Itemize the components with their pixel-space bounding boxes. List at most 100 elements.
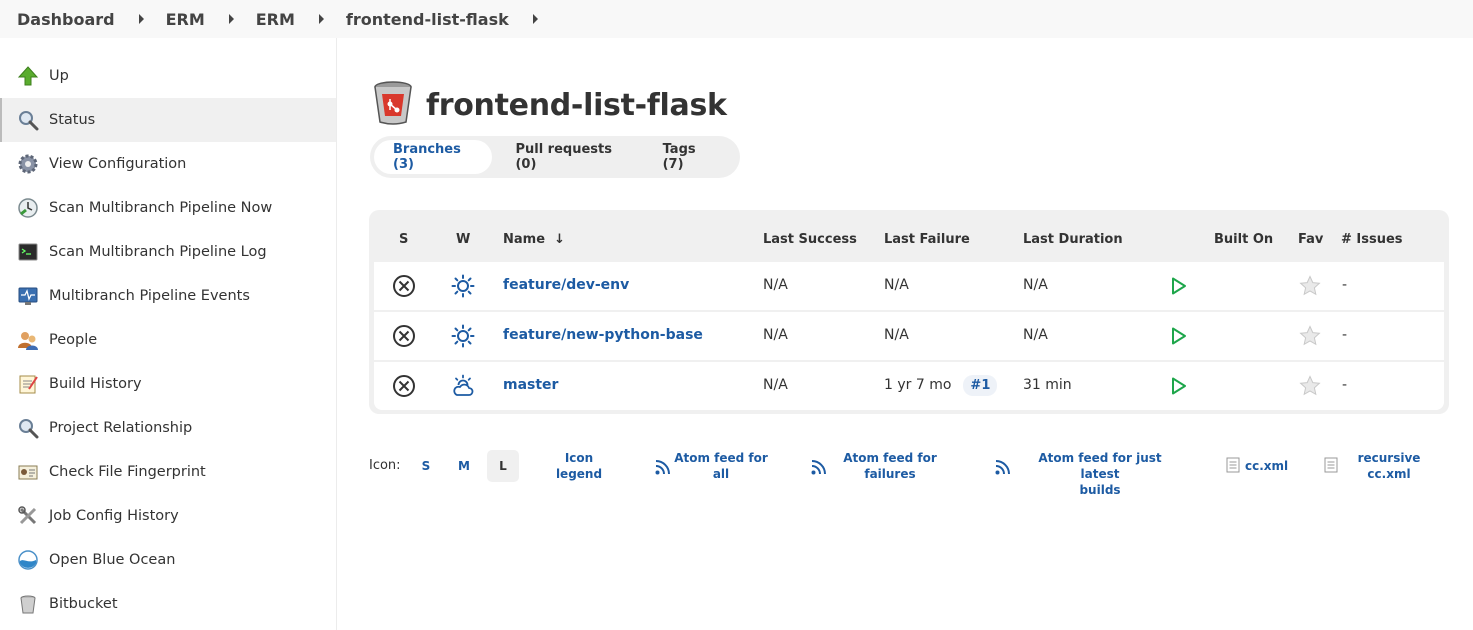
link-line: recursive	[1357, 451, 1421, 465]
tab-pull-requests[interactable]: Pull requests (0)	[496, 140, 639, 174]
header-last-success[interactable]: Last Success	[763, 232, 857, 247]
atom-feed-all-link[interactable]: Atom feed for all	[671, 450, 771, 482]
issues-count: -	[1342, 277, 1348, 293]
sidebar-item-pipeline-events[interactable]: Multibranch Pipeline Events	[0, 274, 336, 318]
link-line: failures	[864, 467, 916, 481]
cc-xml-link[interactable]: cc.xml	[1245, 458, 1288, 474]
play-icon[interactable]	[1166, 374, 1190, 402]
breadcrumb-project[interactable]: frontend-list-flask	[346, 10, 509, 29]
link-line: builds	[1079, 483, 1121, 497]
star-icon[interactable]	[1298, 324, 1322, 352]
sidebar-item-label: Status	[49, 112, 96, 128]
sidebar-item-bitbucket[interactable]: Bitbucket	[0, 582, 336, 626]
bitbucket-repo-icon	[372, 80, 414, 130]
table-footer: Icon: S M L Icon legend Atom feed for al…	[369, 448, 1449, 497]
magnifier-icon	[17, 417, 39, 439]
table-row: master N/A 1 yr 7 mo #1 31 min -	[374, 362, 1444, 410]
header-status[interactable]: S	[399, 232, 408, 247]
atom-feed-latest-link[interactable]: Atom feed for just latest builds	[1021, 450, 1179, 498]
chevron-right-icon[interactable]	[532, 14, 538, 24]
rss-icon[interactable]	[810, 458, 828, 480]
header-last-duration[interactable]: Last Duration	[1023, 232, 1123, 247]
table-header: S W Name ↓ Last Success Last Failure Las…	[374, 214, 1444, 262]
build-number-badge[interactable]: #1	[963, 375, 998, 396]
last-failure: N/A	[884, 327, 909, 343]
sidebar-item-label: Project Relationship	[49, 420, 193, 436]
tab-tags[interactable]: Tags (7)	[644, 140, 732, 174]
link-line: Icon	[564, 451, 594, 465]
sidebar-item-label: Job Config History	[49, 508, 179, 524]
sidebar-item-people[interactable]: People	[0, 318, 336, 362]
icon-size-label: Icon:	[369, 458, 401, 473]
last-success: N/A	[763, 377, 788, 393]
branch-link[interactable]: feature/dev-env	[503, 277, 629, 293]
document-icon[interactable]	[1324, 457, 1338, 477]
sidebar-item-label: View Configuration	[49, 156, 187, 172]
sunny-icon[interactable]	[451, 274, 475, 302]
sidebar-item-view-configuration[interactable]: View Configuration	[0, 142, 336, 186]
icon-legend-link[interactable]: Icon legend	[549, 450, 609, 482]
chevron-right-icon[interactable]	[138, 14, 144, 24]
header-last-failure[interactable]: Last Failure	[884, 232, 970, 247]
sidebar-item-label: People	[49, 332, 98, 348]
header-built-on[interactable]: Built On	[1214, 232, 1273, 247]
header-fav[interactable]: Fav	[1298, 232, 1323, 247]
recursive-cc-xml-link[interactable]: recursive cc.xml	[1354, 450, 1424, 482]
sidebar-item-blue-ocean[interactable]: Open Blue Ocean	[0, 538, 336, 582]
bucket-icon	[17, 593, 39, 615]
star-icon[interactable]	[1298, 274, 1322, 302]
icon-size-m-button[interactable]: M	[448, 450, 480, 482]
sidebar-item-label: Scan Multibranch Pipeline Now	[49, 200, 273, 216]
sidebar-item-label: Check File Fingerprint	[49, 464, 206, 480]
last-success: N/A	[763, 327, 788, 343]
notepad-icon	[17, 373, 39, 395]
breadcrumb-erm-1[interactable]: ERM	[166, 10, 205, 29]
breadcrumb-erm-2[interactable]: ERM	[256, 10, 295, 29]
rss-icon[interactable]	[654, 458, 672, 480]
sidebar-item-project-relationship[interactable]: Project Relationship	[0, 406, 336, 450]
icon-size-s-button[interactable]: S	[410, 450, 442, 482]
sidebar-item-build-history[interactable]: Build History	[0, 362, 336, 406]
last-duration: N/A	[1023, 327, 1048, 343]
sidebar-item-label: Up	[49, 68, 69, 84]
star-icon[interactable]	[1298, 374, 1322, 402]
last-failure: N/A	[884, 277, 909, 293]
breadcrumb-dashboard[interactable]: Dashboard	[17, 10, 115, 29]
document-icon[interactable]	[1226, 457, 1240, 477]
chevron-right-icon[interactable]	[318, 14, 324, 24]
last-duration: 31 min	[1023, 377, 1072, 393]
sidebar-item-scan-now[interactable]: Scan Multibranch Pipeline Now	[0, 186, 336, 230]
breadcrumb: Dashboard ERM ERM frontend-list-flask	[0, 0, 1473, 38]
sidebar-item-scan-log[interactable]: Scan Multibranch Pipeline Log	[0, 230, 336, 274]
branch-link[interactable]: master	[503, 377, 558, 393]
header-issues[interactable]: # Issues	[1341, 232, 1403, 247]
terminal-icon	[17, 241, 39, 263]
status-not-built-icon[interactable]	[392, 374, 416, 402]
icon-size-l-button[interactable]: L	[487, 450, 519, 482]
header-weather[interactable]: W	[456, 232, 470, 247]
sidebar-item-check-fingerprint[interactable]: Check File Fingerprint	[0, 450, 336, 494]
fingerprint-card-icon	[17, 461, 39, 483]
atom-feed-failures-link[interactable]: Atom feed for failures	[840, 450, 940, 482]
branch-link[interactable]: feature/new-python-base	[503, 327, 703, 343]
table-row: feature/new-python-base N/A N/A N/A -	[374, 312, 1444, 360]
sidebar-item-job-config-history[interactable]: Job Config History	[0, 494, 336, 538]
magnifier-icon	[17, 109, 39, 131]
rss-icon[interactable]	[994, 458, 1012, 480]
sidebar-item-label: Bitbucket	[49, 596, 118, 612]
sidebar-item-status[interactable]: Status	[0, 98, 336, 142]
issues-count: -	[1342, 377, 1348, 393]
sidebar-item-up[interactable]: Up	[0, 54, 336, 98]
play-icon[interactable]	[1166, 274, 1190, 302]
status-not-built-icon[interactable]	[392, 324, 416, 352]
status-not-built-icon[interactable]	[392, 274, 416, 302]
play-icon[interactable]	[1166, 324, 1190, 352]
cloudy-icon[interactable]	[451, 374, 475, 402]
sunny-icon[interactable]	[451, 324, 475, 352]
header-name[interactable]: Name ↓	[503, 232, 565, 247]
last-failure-time: 1 yr 7 mo	[884, 377, 952, 393]
link-line: all	[712, 467, 730, 481]
chevron-right-icon[interactable]	[228, 14, 234, 24]
tab-branches[interactable]: Branches (3)	[374, 140, 493, 174]
header-name-label: Name	[503, 232, 546, 247]
